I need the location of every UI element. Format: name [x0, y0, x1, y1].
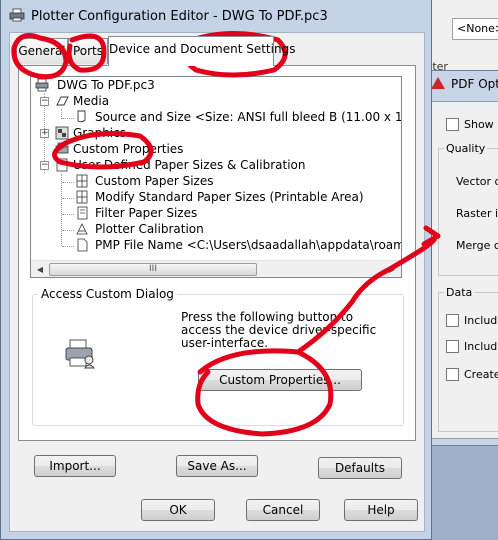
tree-connector: [62, 246, 74, 247]
tab-ports[interactable]: Ports: [68, 38, 108, 64]
show-label: Show: [464, 118, 494, 131]
tree-item-pmp-file[interactable]: PMP File Name <C:\Users\dsaadallah\appda…: [95, 237, 401, 253]
tree-connector: [61, 174, 62, 246]
custom-properties-button[interactable]: Custom Properties...: [198, 369, 362, 391]
help-button[interactable]: Help: [344, 499, 418, 521]
ok-button[interactable]: OK: [141, 499, 215, 521]
create-label: Create: [464, 368, 498, 381]
tree-item-modify-standard[interactable]: Modify Standard Paper Sizes (Printable A…: [95, 189, 364, 205]
plotter-icon: [9, 8, 25, 22]
tab-general[interactable]: General: [16, 38, 68, 64]
tree-connector: [62, 214, 74, 215]
tree-item-plotter-calibration[interactable]: Plotter Calibration: [95, 221, 204, 237]
filter-paper-icon: [77, 206, 88, 220]
tree-connector: [62, 182, 74, 183]
tree-item-custom-paper-sizes[interactable]: Custom Paper Sizes: [95, 173, 213, 189]
pdf-options-title: PDF Opti: [431, 77, 498, 91]
custom-paper-size-icon: [76, 174, 88, 188]
dialog-title: Plotter Configuration Editor - DWG To PD…: [31, 9, 328, 24]
printer-icon: [65, 339, 96, 369]
scroll-left-arrow-icon[interactable]: ◀: [33, 263, 47, 276]
tree-item-source-size[interactable]: Source and Size <Size: ANSI full bleed B…: [95, 109, 401, 125]
autocad-warning-icon: [431, 77, 445, 89]
tree-item-filter-paper-sizes[interactable]: Filter Paper Sizes: [95, 205, 197, 221]
tree-connector: [62, 230, 74, 231]
defaults-button[interactable]: Defaults: [318, 457, 402, 479]
tree-item-media[interactable]: Media: [73, 93, 109, 109]
data-group-title: Data: [444, 286, 475, 299]
calibration-icon: [76, 223, 88, 235]
tree-item-custom-properties[interactable]: Custom Properties: [73, 141, 184, 157]
dialog-title-bar: Plotter Configuration Editor - DWG To PD…: [9, 8, 328, 26]
access-custom-dialog-title: Access Custom Dialog: [38, 287, 177, 301]
expand-toggle[interactable]: +: [40, 129, 49, 138]
pdf-options-title-text: PDF Opti: [451, 77, 498, 91]
include-label-2: Includ: [464, 340, 498, 353]
access-description: Press the following button to access the…: [181, 310, 377, 350]
scroll-right-arrow-icon[interactable]: ▶: [385, 263, 399, 276]
import-button[interactable]: Import...: [34, 455, 116, 477]
cancel-button[interactable]: Cancel: [246, 499, 320, 521]
tree-connector: [62, 118, 74, 119]
graphics-icon: [55, 126, 69, 140]
background-none-dropdown[interactable]: <None>: [452, 18, 498, 40]
pdf-options-client: Show Quality Vector qu Raster im Merge c…: [431, 101, 498, 439]
tree-connector: [62, 198, 74, 199]
merge-control-label: Merge co: [456, 239, 498, 252]
pmp-file-icon: [77, 238, 88, 252]
modify-paper-size-icon: [76, 190, 88, 204]
include-checkbox-1[interactable]: [446, 314, 459, 327]
tree-item-graphics[interactable]: Graphics: [73, 125, 126, 141]
plotter-config-file-icon: [35, 78, 49, 92]
user-defined-sizes-icon: [56, 158, 68, 172]
create-checkbox[interactable]: [446, 368, 459, 381]
show-checkbox[interactable]: [446, 118, 459, 131]
quality-group-title: Quality: [444, 142, 488, 155]
data-group: [438, 292, 498, 432]
scroll-thumb[interactable]: III: [49, 263, 257, 276]
custom-properties-icon: [55, 142, 69, 154]
screen: ✕ <None> tter PDF Opti Show Quality Vect…: [0, 0, 498, 540]
include-checkbox-2[interactable]: [446, 340, 459, 353]
paper-source-icon: [77, 110, 86, 123]
tree-horizontal-scrollbar[interactable]: ◀ III ▶: [31, 260, 401, 277]
media-icon: [56, 96, 69, 106]
tree-item-user-defined[interactable]: User-Defined Paper Sizes & Calibration: [73, 157, 305, 173]
save-as-button[interactable]: Save As...: [176, 455, 258, 477]
settings-tree[interactable]: DWG To PDF.pc3 − Media Source and Size <…: [30, 76, 402, 278]
collapse-toggle[interactable]: −: [40, 97, 49, 106]
tab-device-and-document-settings[interactable]: Device and Document Settings: [108, 36, 295, 66]
include-label-1: Includ: [464, 314, 498, 327]
vector-quality-label: Vector qu: [456, 175, 498, 188]
collapse-toggle[interactable]: −: [40, 161, 49, 170]
raster-quality-label: Raster im: [456, 207, 498, 220]
tree-item-root[interactable]: DWG To PDF.pc3: [57, 77, 155, 93]
